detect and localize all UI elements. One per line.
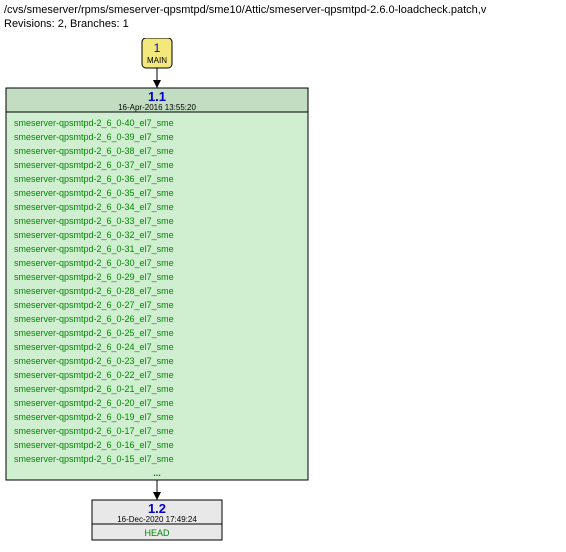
rev-1-1-tag: smeserver-qpsmtpd-2_6_0-21_el7_sme: [14, 384, 174, 394]
path-text: /cvs/smeserver/rpms/smeserver-qpsmtpd/sm…: [4, 4, 562, 16]
rev-1-1-tag: smeserver-qpsmtpd-2_6_0-28_el7_sme: [14, 286, 174, 296]
rev-1-1-tag: smeserver-qpsmtpd-2_6_0-40_el7_sme: [14, 118, 174, 128]
rev-1-1-tag: smeserver-qpsmtpd-2_6_0-39_el7_sme: [14, 132, 174, 142]
revision-1-1-node[interactable]: 1.1 16-Apr-2016 13:55:20 smeserver-qpsmt…: [6, 88, 308, 480]
rev-1-1-tag: smeserver-qpsmtpd-2_6_0-24_el7_sme: [14, 342, 174, 352]
rev-1-1-tag: smeserver-qpsmtpd-2_6_0-37_el7_sme: [14, 160, 174, 170]
revision-graph: 1 MAIN 1.1 16-Apr-2016 13:55:20 smeserve…: [4, 38, 562, 548]
root-branch-label: MAIN: [147, 56, 167, 65]
rev-1-2-branch: HEAD: [144, 528, 170, 538]
revision-1-2-node[interactable]: 1.2 16-Dec-2020 17:49:24 HEAD: [92, 500, 222, 540]
rev-1-1-tag: smeserver-qpsmtpd-2_6_0-16_el7_sme: [14, 440, 174, 450]
rev-1-1-date: 16-Apr-2016 13:55:20: [118, 103, 196, 112]
rev-1-1-tag: smeserver-qpsmtpd-2_6_0-34_el7_sme: [14, 202, 174, 212]
rev-1-1-tag: smeserver-qpsmtpd-2_6_0-15_el7_sme: [14, 454, 174, 464]
rev-1-1-tag: smeserver-qpsmtpd-2_6_0-17_el7_sme: [14, 426, 174, 436]
rev-1-1-tag: smeserver-qpsmtpd-2_6_0-38_el7_sme: [14, 146, 174, 156]
rev-1-1-title: 1.1: [148, 89, 166, 104]
rev-1-1-tag: smeserver-qpsmtpd-2_6_0-27_el7_sme: [14, 300, 174, 310]
rev-1-1-tag: smeserver-qpsmtpd-2_6_0-31_el7_sme: [14, 244, 174, 254]
rev-1-1-tag: smeserver-qpsmtpd-2_6_0-30_el7_sme: [14, 258, 174, 268]
rev-1-1-tag: smeserver-qpsmtpd-2_6_0-36_el7_sme: [14, 174, 174, 184]
rev-1-1-tag: smeserver-qpsmtpd-2_6_0-32_el7_sme: [14, 230, 174, 240]
rev-1-1-tag: smeserver-qpsmtpd-2_6_0-26_el7_sme: [14, 314, 174, 324]
rev-1-1-tag: smeserver-qpsmtpd-2_6_0-19_el7_sme: [14, 412, 174, 422]
rev-1-1-tag: smeserver-qpsmtpd-2_6_0-20_el7_sme: [14, 398, 174, 408]
rev-1-2-title: 1.2: [148, 501, 166, 516]
rev-1-1-tag: smeserver-qpsmtpd-2_6_0-25_el7_sme: [14, 328, 174, 338]
rev-1-1-tag: smeserver-qpsmtpd-2_6_0-22_el7_sme: [14, 370, 174, 380]
rev-1-1-tag: smeserver-qpsmtpd-2_6_0-35_el7_sme: [14, 188, 174, 198]
rev-1-1-tag: smeserver-qpsmtpd-2_6_0-33_el7_sme: [14, 216, 174, 226]
meta-text: Revisions: 2, Branches: 1: [4, 18, 562, 30]
branch-root-node[interactable]: 1 MAIN: [142, 38, 172, 68]
rev-1-1-more: ...: [153, 468, 161, 478]
rev-1-1-tag: smeserver-qpsmtpd-2_6_0-23_el7_sme: [14, 356, 174, 366]
arrowhead-icon: [153, 492, 161, 500]
rev-1-1-tag: smeserver-qpsmtpd-2_6_0-29_el7_sme: [14, 272, 174, 282]
root-number: 1: [154, 41, 161, 55]
arrowhead-icon: [153, 80, 161, 88]
rev-1-2-date: 16-Dec-2020 17:49:24: [117, 515, 197, 524]
